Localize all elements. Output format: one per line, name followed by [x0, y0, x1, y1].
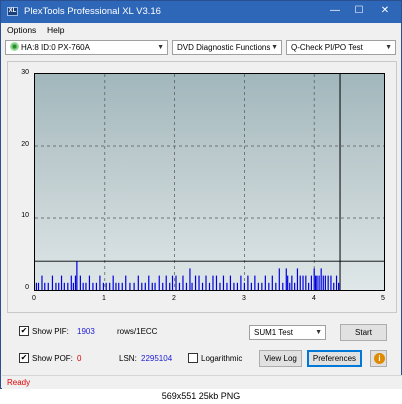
y-tick-label: 10 — [21, 212, 29, 219]
info-icon: i — [374, 353, 385, 364]
controls-panel: ✔ Show PIF: 1903 rows/1ECC SUM1 Test ▼ S… — [1, 317, 401, 375]
test-select[interactable]: Q-Check PI/PO Test ▼ — [286, 40, 396, 55]
lsn-label: LSN: — [119, 354, 137, 363]
chevron-down-icon: ▼ — [271, 44, 278, 51]
lsn-value: 2295104 — [141, 354, 173, 363]
pif-unit: rows/1ECC — [117, 327, 158, 336]
chevron-down-icon: ▼ — [315, 329, 322, 336]
test-select-value: Q-Check PI/PO Test — [291, 43, 363, 52]
x-tick-label: 2 — [172, 295, 176, 302]
pif-value: 1903 — [77, 327, 95, 336]
title-bar[interactable]: XL PlexTools Professional XL V3.16 — ☐ ✕ — [1, 1, 401, 23]
sum-test-select-value: SUM1 Test — [254, 328, 293, 337]
x-tick-label: 4 — [312, 295, 316, 302]
drive-select-value: HA:8 ID:0 PX-760A — [21, 43, 90, 52]
disc-drive-icon — [10, 42, 19, 51]
minimize-button[interactable]: — — [327, 4, 343, 18]
y-tick-label: 20 — [21, 141, 29, 148]
y-tick-label: 30 — [21, 69, 29, 76]
function-select[interactable]: DVD Diagnostic Functions ▼ — [172, 40, 282, 55]
drive-select[interactable]: HA:8 ID:0 PX-760A ▼ — [5, 40, 168, 55]
menu-bar: Options Help — [1, 23, 401, 37]
window-title: PlexTools Professional XL V3.16 — [24, 6, 161, 17]
logarithmic-label: Logarithmic — [201, 354, 243, 363]
chevron-down-icon: ▼ — [157, 44, 164, 51]
sum-test-select[interactable]: SUM1 Test ▼ — [249, 325, 326, 340]
x-tick-label: 5 — [381, 295, 385, 302]
info-button[interactable]: i — [370, 350, 387, 367]
app-window: XL PlexTools Professional XL V3.16 — ☐ ✕… — [0, 0, 402, 389]
menu-item-options[interactable]: Options — [7, 25, 36, 35]
start-button[interactable]: Start — [340, 324, 387, 341]
function-select-value: DVD Diagnostic Functions — [177, 43, 271, 52]
chevron-down-icon: ▼ — [385, 44, 392, 51]
preferences-button[interactable]: Preferences — [307, 350, 362, 367]
maximize-button[interactable]: ☐ — [351, 4, 367, 18]
toolbar: HA:8 ID:0 PX-760A ▼ DVD Diagnostic Funct… — [1, 38, 401, 58]
menu-item-help[interactable]: Help — [47, 25, 64, 35]
status-text: Ready — [7, 378, 31, 387]
close-button[interactable]: ✕ — [377, 4, 393, 18]
view-log-button[interactable]: View Log — [259, 350, 302, 367]
y-tick-label: 0 — [25, 284, 29, 291]
show-pif-label: Show PIF: — [32, 327, 69, 336]
show-pof-checkbox[interactable]: ✔ — [19, 353, 29, 363]
show-pof-label: Show POF: — [32, 354, 73, 363]
pi-po-chart — [34, 73, 385, 291]
chart-svg — [35, 74, 384, 290]
x-tick-label: 1 — [102, 295, 106, 302]
x-tick-label: 3 — [242, 295, 246, 302]
x-tick-label: 0 — [32, 295, 36, 302]
pof-value: 0 — [77, 354, 82, 363]
show-pif-checkbox[interactable]: ✔ — [19, 326, 29, 336]
app-logo-icon: XL — [7, 7, 18, 16]
logarithmic-checkbox[interactable] — [188, 353, 198, 363]
image-caption: 569x551 25kb PNG — [0, 389, 402, 404]
status-bar: Ready — [2, 375, 402, 389]
